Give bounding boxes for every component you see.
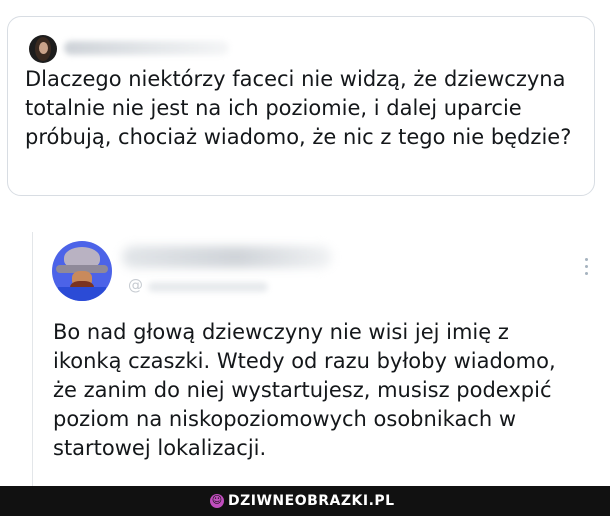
original-post-card[interactable]: Dlaczego niektórzy faceci nie widzą, że … <box>7 16 595 196</box>
thread-line <box>32 232 33 497</box>
reply-text: Bo nad głową dziewczyny nie wisi jej imi… <box>53 320 556 460</box>
post-author-avatar[interactable] <box>29 35 57 63</box>
blurred-author-name <box>64 41 229 55</box>
watermark-footer: ☺ DZIWNEOBRAZKI.PL <box>0 486 610 516</box>
brand-ghost-icon: ☺ <box>210 494 224 508</box>
blurred-reply-handle <box>148 282 268 292</box>
reply-author-avatar[interactable] <box>52 241 112 301</box>
avatar-face <box>39 42 48 54</box>
post-text: Dlaczego niektórzy faceci nie widzą, że … <box>25 67 572 149</box>
avatar-scarf <box>58 287 106 301</box>
brand-logo[interactable]: ☺ DZIWNEOBRAZKI.PL <box>210 492 395 510</box>
brand-name: DZIWNEOBRAZKI.PL <box>228 493 395 509</box>
more-options-icon[interactable] <box>583 258 589 280</box>
blurred-reply-author-name <box>122 246 332 268</box>
reply-handle-prefix: @ <box>128 276 143 294</box>
